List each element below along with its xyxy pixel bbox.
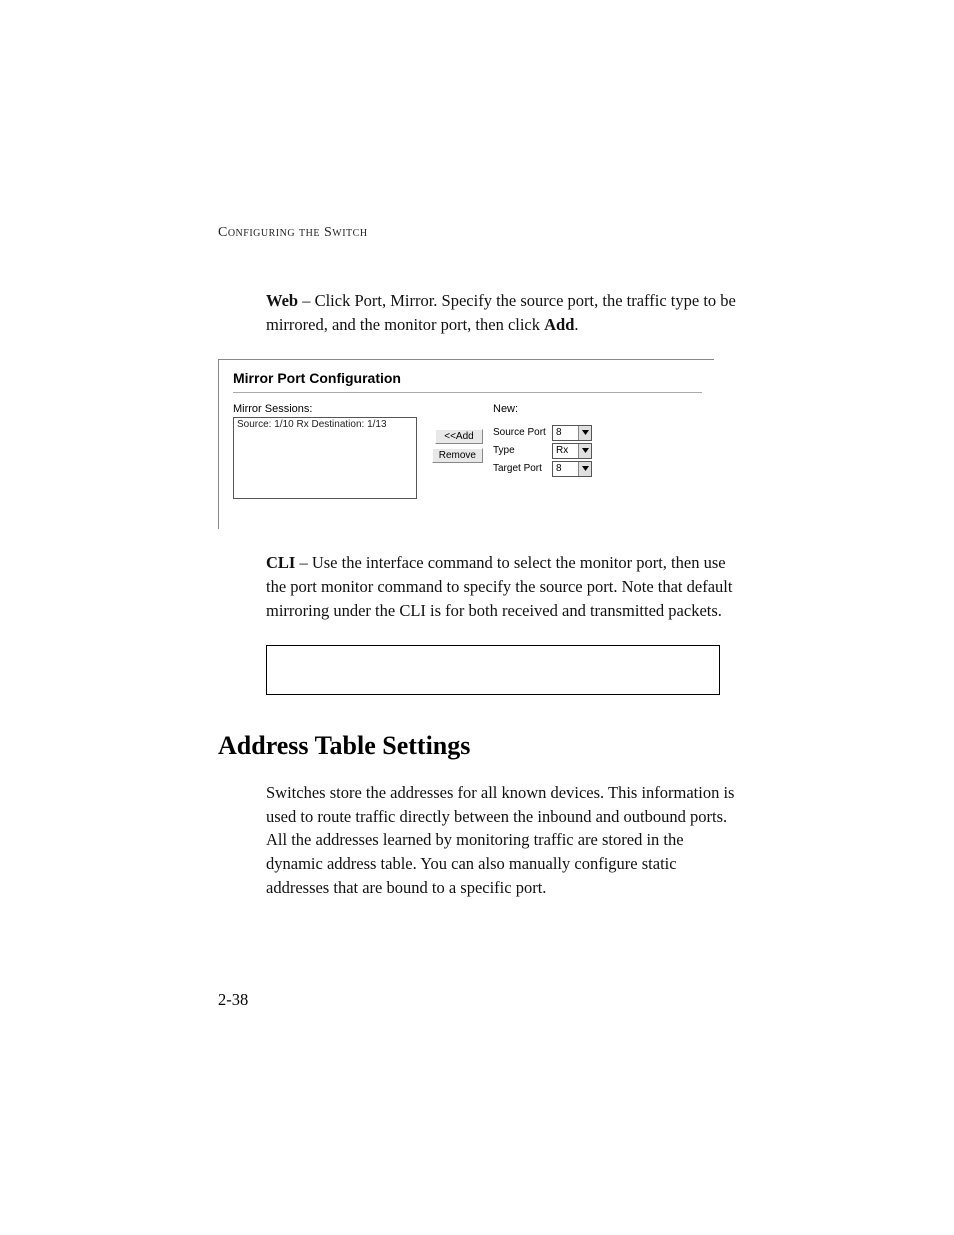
type-value: Rx [556, 445, 568, 456]
source-port-label: Source Port [493, 427, 548, 438]
web-label: Web [266, 291, 298, 310]
page-number: 2-38 [218, 990, 248, 1010]
panel-divider [233, 392, 702, 393]
panel-title: Mirror Port Configuration [233, 370, 702, 386]
target-port-value: 8 [556, 463, 562, 474]
web-instruction: Web – Click Port, Mirror. Specify the so… [266, 289, 736, 337]
web-text: – Click Port, Mirror. Specify the source… [266, 291, 736, 334]
chevron-down-icon[interactable] [578, 426, 591, 440]
mirror-sessions-label: Mirror Sessions: [233, 403, 423, 415]
source-port-select[interactable]: 8 [552, 425, 592, 441]
add-button[interactable]: <<Add [435, 429, 483, 444]
target-port-label: Target Port [493, 463, 548, 474]
web-period: . [574, 315, 578, 334]
remove-button[interactable]: Remove [432, 448, 483, 463]
mirror-config-panel: Mirror Port Configuration Mirror Session… [218, 359, 714, 529]
cli-label: CLI [266, 553, 295, 572]
type-select[interactable]: Rx [552, 443, 592, 459]
type-label: Type [493, 445, 548, 456]
cli-instruction: CLI – Use the interface command to selec… [266, 551, 736, 623]
target-port-select[interactable]: 8 [552, 461, 592, 477]
mirror-sessions-list[interactable]: Source: 1/10 Rx Destination: 1/13 [233, 417, 417, 499]
chevron-down-icon[interactable] [578, 462, 591, 476]
session-item[interactable]: Source: 1/10 Rx Destination: 1/13 [237, 419, 413, 430]
add-word: Add [544, 315, 574, 334]
chevron-down-icon[interactable] [578, 444, 591, 458]
section-body: Switches store the addresses for all kno… [266, 781, 736, 901]
cli-code-box [266, 645, 720, 695]
running-head: Configuring the Switch [218, 225, 736, 241]
section-title: Address Table Settings [218, 731, 736, 761]
cli-text: – Use the interface command to select th… [266, 553, 732, 620]
source-port-value: 8 [556, 427, 562, 438]
new-label: New: [493, 403, 623, 415]
